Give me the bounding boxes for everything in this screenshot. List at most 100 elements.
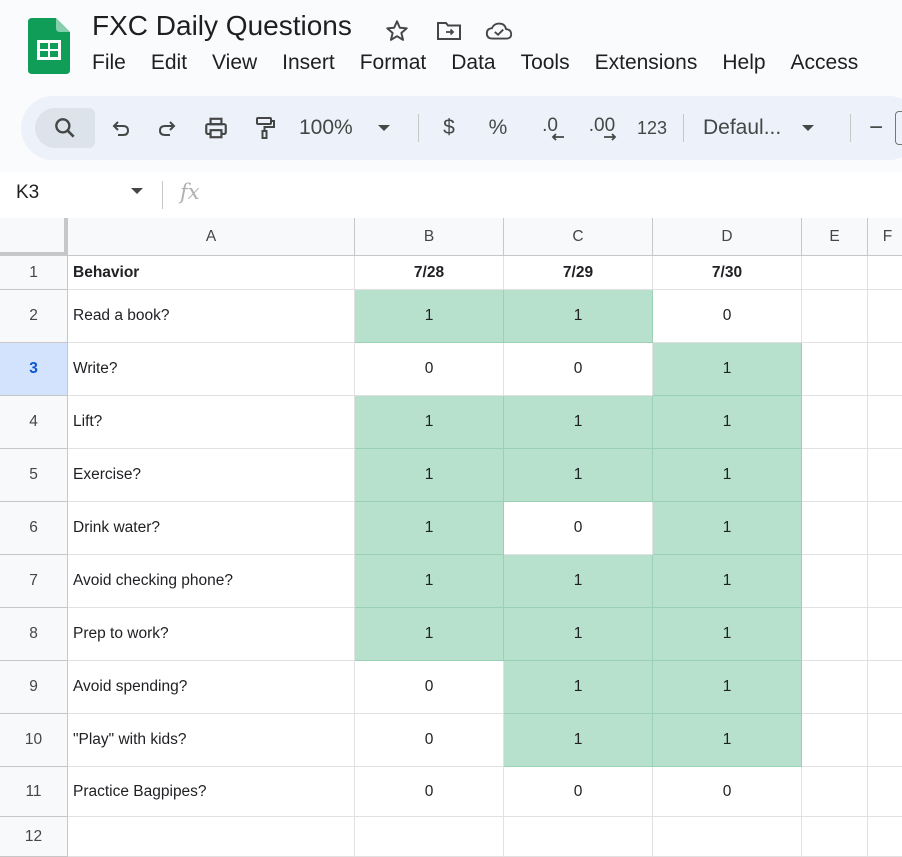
cell-behavior-label[interactable]: Practice Bagpipes? bbox=[68, 767, 355, 817]
cell-empty[interactable] bbox=[802, 714, 868, 767]
cell-value[interactable]: 1 bbox=[504, 714, 653, 767]
cell-empty[interactable] bbox=[802, 661, 868, 714]
cell-header-date[interactable]: 7/28 bbox=[355, 256, 504, 290]
cell-a1[interactable]: Behavior bbox=[68, 256, 355, 290]
cell-value[interactable]: 0 bbox=[504, 343, 653, 396]
cell-value[interactable]: 0 bbox=[355, 767, 504, 817]
cell-empty[interactable] bbox=[802, 290, 868, 343]
cell-behavior-label[interactable]: Drink water? bbox=[68, 502, 355, 555]
cell-value[interactable]: 1 bbox=[355, 555, 504, 608]
search-menus-button[interactable] bbox=[35, 108, 95, 148]
font-select[interactable]: Defaul... bbox=[703, 108, 833, 148]
sheets-logo-icon[interactable] bbox=[28, 18, 70, 74]
menu-data[interactable]: Data bbox=[451, 51, 495, 81]
cell-empty[interactable] bbox=[802, 817, 868, 857]
cell-value[interactable]: 1 bbox=[355, 290, 504, 343]
cell-empty[interactable] bbox=[802, 256, 868, 290]
print-button[interactable] bbox=[198, 108, 234, 148]
column-header-b[interactable]: B bbox=[355, 218, 504, 256]
row-header-9[interactable]: 9 bbox=[0, 661, 68, 714]
cell-empty[interactable] bbox=[802, 608, 868, 661]
menu-insert[interactable]: Insert bbox=[282, 51, 335, 81]
cell-value[interactable]: 1 bbox=[653, 449, 802, 502]
cell-empty[interactable] bbox=[802, 449, 868, 502]
paint-format-button[interactable] bbox=[247, 108, 283, 148]
column-header-e[interactable]: E bbox=[802, 218, 868, 256]
cell-value[interactable]: 1 bbox=[653, 555, 802, 608]
cell-empty[interactable] bbox=[868, 661, 902, 714]
menu-accessibility[interactable]: Access bbox=[791, 51, 859, 81]
cell-value[interactable]: 0 bbox=[355, 343, 504, 396]
cell-header-date[interactable]: 7/29 bbox=[504, 256, 653, 290]
cell-empty[interactable] bbox=[868, 767, 902, 817]
cell-value[interactable]: 1 bbox=[653, 714, 802, 767]
font-size-input[interactable] bbox=[895, 111, 902, 145]
decrease-font-size-button[interactable]: − bbox=[861, 108, 891, 148]
increase-decimal-button[interactable]: .00 bbox=[582, 108, 622, 148]
cell-behavior-label[interactable]: Avoid checking phone? bbox=[68, 555, 355, 608]
cell-empty[interactable] bbox=[868, 608, 902, 661]
cell-empty[interactable] bbox=[868, 256, 902, 290]
cell-empty[interactable] bbox=[504, 817, 653, 857]
cell-behavior-label[interactable]: Lift? bbox=[68, 396, 355, 449]
cell-empty[interactable] bbox=[802, 555, 868, 608]
cell-empty[interactable] bbox=[653, 817, 802, 857]
cell-behavior-label[interactable]: Prep to work? bbox=[68, 608, 355, 661]
cell-value[interactable]: 1 bbox=[653, 661, 802, 714]
cell-value[interactable]: 0 bbox=[504, 767, 653, 817]
cloud-saved-icon[interactable] bbox=[484, 16, 514, 46]
cell-value[interactable]: 1 bbox=[504, 290, 653, 343]
row-header-3[interactable]: 3 bbox=[0, 343, 68, 396]
star-icon[interactable] bbox=[382, 16, 412, 46]
menu-tools[interactable]: Tools bbox=[521, 51, 570, 81]
cell-value[interactable]: 1 bbox=[355, 449, 504, 502]
cell-empty[interactable] bbox=[802, 343, 868, 396]
name-box[interactable]: K3 bbox=[16, 182, 39, 204]
zoom-select[interactable]: 100% bbox=[299, 108, 409, 148]
cell-value[interactable]: 1 bbox=[355, 608, 504, 661]
cell-value[interactable]: 0 bbox=[504, 502, 653, 555]
column-header-a[interactable]: A bbox=[68, 218, 355, 256]
row-header-4[interactable]: 4 bbox=[0, 396, 68, 449]
cell-value[interactable]: 0 bbox=[653, 767, 802, 817]
redo-button[interactable] bbox=[149, 108, 185, 148]
cell-value[interactable]: 1 bbox=[504, 555, 653, 608]
cell-value[interactable]: 0 bbox=[355, 714, 504, 767]
cell-value[interactable]: 1 bbox=[504, 396, 653, 449]
undo-button[interactable] bbox=[103, 108, 139, 148]
move-folder-icon[interactable] bbox=[434, 16, 464, 46]
cell-empty[interactable] bbox=[868, 396, 902, 449]
cell-empty[interactable] bbox=[68, 817, 355, 857]
cell-value[interactable]: 1 bbox=[653, 343, 802, 396]
cell-value[interactable]: 0 bbox=[355, 661, 504, 714]
row-header-10[interactable]: 10 bbox=[0, 714, 68, 767]
menu-help[interactable]: Help bbox=[722, 51, 765, 81]
menu-extensions[interactable]: Extensions bbox=[595, 51, 698, 81]
cell-value[interactable]: 1 bbox=[504, 608, 653, 661]
row-header-11[interactable]: 11 bbox=[0, 767, 68, 817]
cell-behavior-label[interactable]: "Play" with kids? bbox=[68, 714, 355, 767]
cell-empty[interactable] bbox=[868, 817, 902, 857]
row-header-5[interactable]: 5 bbox=[0, 449, 68, 502]
percent-format-button[interactable]: % bbox=[482, 108, 514, 148]
menu-format[interactable]: Format bbox=[360, 51, 427, 81]
cell-empty[interactable] bbox=[868, 449, 902, 502]
row-header-1[interactable]: 1 bbox=[0, 256, 68, 290]
cell-empty[interactable] bbox=[802, 767, 868, 817]
cell-value[interactable]: 1 bbox=[504, 449, 653, 502]
cell-value[interactable]: 1 bbox=[653, 396, 802, 449]
cell-value[interactable]: 1 bbox=[653, 502, 802, 555]
select-all-corner[interactable] bbox=[0, 218, 68, 256]
document-title[interactable]: FXC Daily Questions bbox=[92, 10, 352, 42]
cell-value[interactable]: 1 bbox=[653, 608, 802, 661]
cell-value[interactable]: 1 bbox=[355, 396, 504, 449]
cell-behavior-label[interactable]: Avoid spending? bbox=[68, 661, 355, 714]
currency-format-button[interactable]: $ bbox=[433, 108, 465, 148]
cell-value[interactable]: 1 bbox=[504, 661, 653, 714]
row-header-7[interactable]: 7 bbox=[0, 555, 68, 608]
menu-edit[interactable]: Edit bbox=[151, 51, 187, 81]
cell-behavior-label[interactable]: Exercise? bbox=[68, 449, 355, 502]
cell-empty[interactable] bbox=[868, 502, 902, 555]
cell-empty[interactable] bbox=[802, 396, 868, 449]
cell-empty[interactable] bbox=[868, 343, 902, 396]
